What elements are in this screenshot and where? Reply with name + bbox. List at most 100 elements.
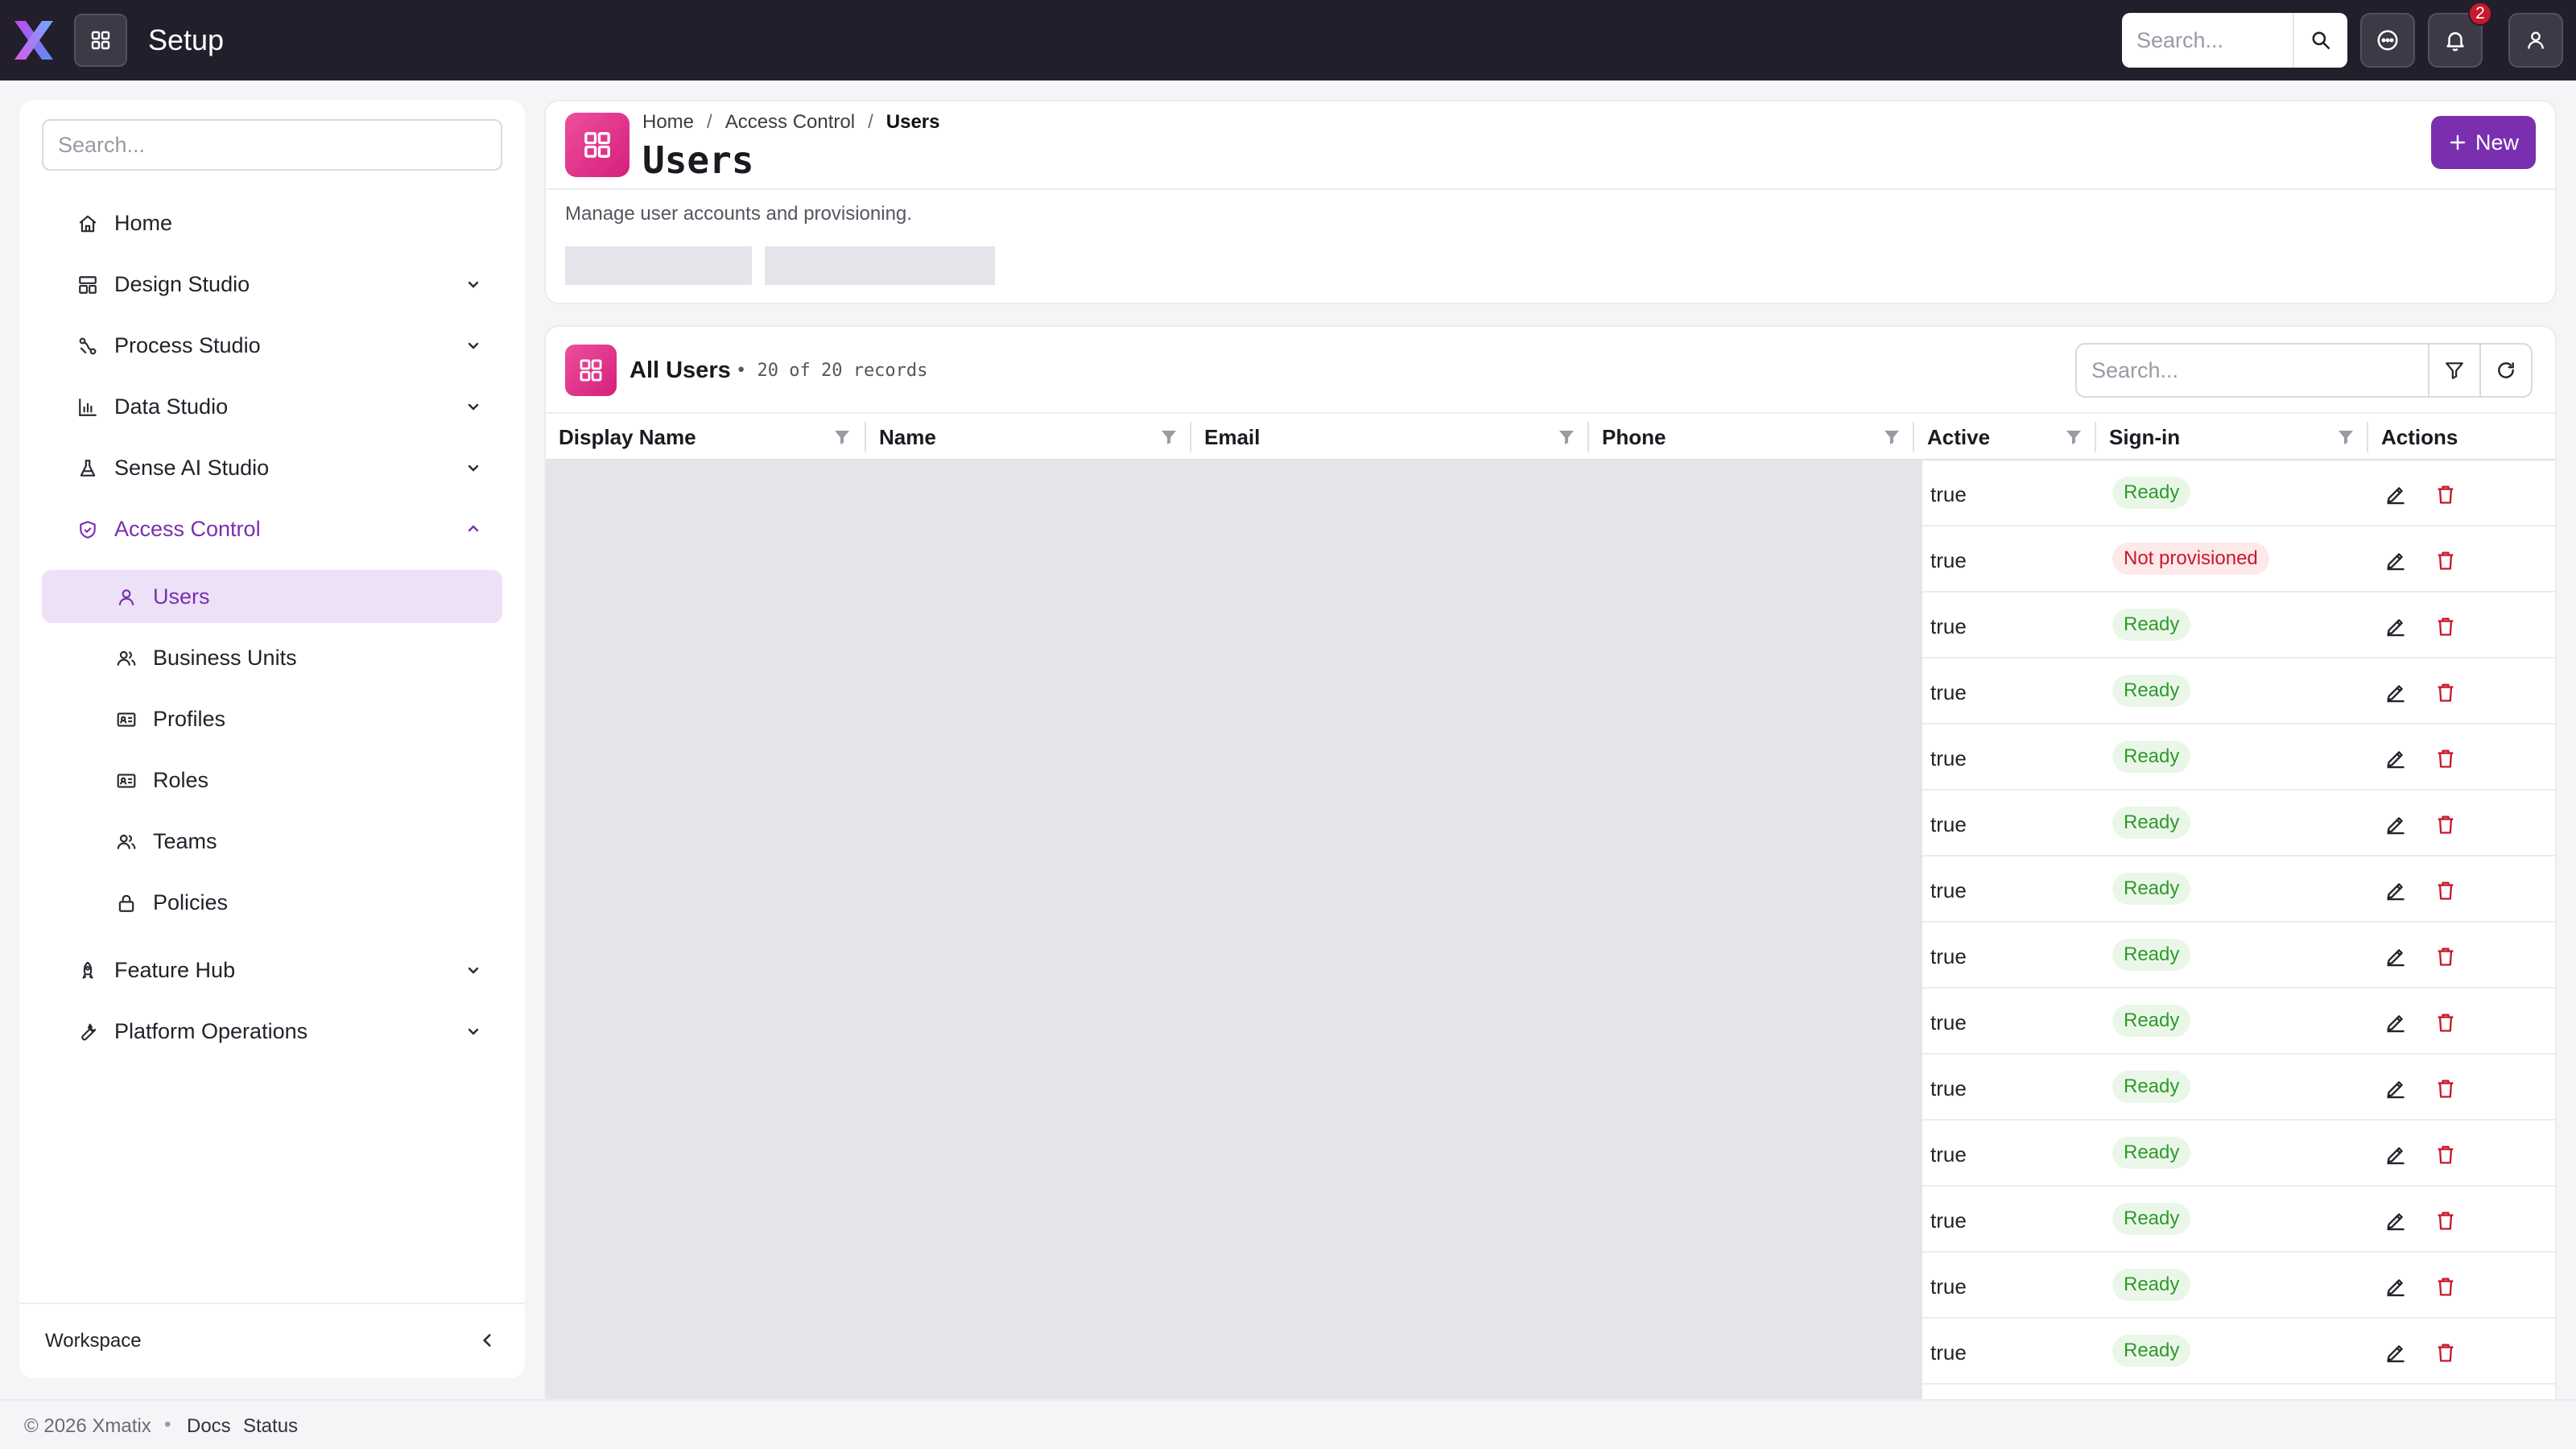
table-row[interactable]: true Ready [1922, 791, 2555, 857]
sidebar-subitem-users[interactable]: Users [42, 570, 502, 623]
column-filter-icon[interactable] [2064, 427, 2083, 447]
xmatix-logo-icon[interactable] [11, 18, 56, 63]
header-divider [546, 188, 2555, 190]
delete-icon[interactable] [2434, 879, 2457, 902]
column-header-phone[interactable]: Phone [1589, 414, 1914, 460]
sidebar-item-design-studio[interactable]: Design Studio [42, 258, 502, 311]
sidebar-subitem-teams[interactable]: Teams [42, 815, 502, 868]
table-row[interactable]: true Ready [1922, 724, 2555, 791]
edit-icon[interactable] [2384, 813, 2407, 836]
edit-icon[interactable] [2384, 549, 2407, 572]
active-cell: true [1930, 1142, 1967, 1166]
table-row[interactable]: true Ready [1922, 1055, 2555, 1121]
delete-icon[interactable] [2434, 813, 2457, 836]
column-filter-icon[interactable] [1557, 427, 1576, 447]
table-row[interactable]: true Ready [1922, 1253, 2555, 1319]
delete-icon[interactable] [2434, 615, 2457, 638]
active-cell: true [1930, 944, 1967, 968]
column-filter-icon[interactable] [832, 427, 852, 447]
table-row[interactable]: true Ready [1922, 1187, 2555, 1253]
sidebar-subitem-roles[interactable]: Roles [42, 753, 502, 807]
edit-icon[interactable] [2384, 681, 2407, 704]
edit-icon[interactable] [2384, 1341, 2407, 1364]
sidebar-item-home[interactable]: Home [42, 196, 502, 250]
chevron-up-icon[interactable] [464, 519, 483, 539]
delete-icon[interactable] [2434, 1209, 2457, 1232]
chevron-down-icon[interactable] [464, 397, 483, 416]
chevron-down-icon[interactable] [464, 960, 483, 980]
sign-in-status-badge: Ready [2112, 741, 2191, 773]
delete-icon[interactable] [2434, 1077, 2457, 1100]
sidebar-item-sense-ai-studio[interactable]: Sense AI Studio [42, 441, 502, 494]
table-search-input[interactable] [2075, 343, 2429, 398]
sidebar-item-data-studio[interactable]: Data Studio [42, 380, 502, 433]
refresh-button[interactable] [2479, 343, 2533, 398]
sidebar-subitem-label: Users [153, 584, 210, 609]
collapse-sidebar-icon[interactable] [477, 1330, 497, 1351]
column-header-name[interactable]: Name [866, 414, 1191, 460]
delete-icon[interactable] [2434, 945, 2457, 968]
sidebar-subitem-policies[interactable]: Policies [42, 876, 502, 929]
sidebar-item-feature-hub[interactable]: Feature Hub [42, 943, 502, 997]
status-link[interactable]: Status [243, 1415, 298, 1438]
table-row[interactable]: true Ready [1922, 1319, 2555, 1385]
app-launcher-button[interactable] [74, 14, 127, 67]
edit-icon[interactable] [2384, 1143, 2407, 1166]
edit-icon[interactable] [2384, 1011, 2407, 1034]
chat-button[interactable] [2360, 13, 2415, 68]
sidebar-subitem-business-units[interactable]: Business Units [42, 631, 502, 684]
table-row[interactable]: true Not provisioned [1922, 526, 2555, 592]
new-record-button[interactable]: New [2431, 116, 2536, 169]
table-row[interactable]: true Ready [1922, 460, 2555, 526]
delete-icon[interactable] [2434, 1011, 2457, 1034]
table-row[interactable]: true Ready [1922, 592, 2555, 658]
filter-button[interactable] [2428, 343, 2481, 398]
user-menu-button[interactable] [2508, 13, 2563, 68]
table-row[interactable]: true Ready [1922, 1121, 2555, 1187]
column-header-active[interactable]: Active [1914, 414, 2096, 460]
column-header-email[interactable]: Email [1191, 414, 1589, 460]
global-search-button[interactable] [2293, 13, 2347, 68]
delete-icon[interactable] [2434, 1275, 2457, 1298]
column-filter-icon[interactable] [2336, 427, 2355, 447]
sidebar-search-input[interactable] [42, 119, 502, 171]
table-row[interactable]: true Ready [1922, 923, 2555, 989]
edit-icon[interactable] [2384, 1077, 2407, 1100]
sidebar-item-access-control[interactable]: Access Control [42, 502, 502, 555]
breadcrumb-home[interactable]: Home [642, 111, 694, 134]
sidebar-item-platform-operations[interactable]: Platform Operations [42, 1005, 502, 1058]
delete-icon[interactable] [2434, 1143, 2457, 1166]
grid-icon [91, 31, 110, 50]
table-row[interactable]: true Ready [1922, 658, 2555, 724]
chevron-down-icon[interactable] [464, 458, 483, 477]
breadcrumb-access-control[interactable]: Access Control [725, 111, 855, 134]
chevron-down-icon[interactable] [464, 1022, 483, 1041]
table-row[interactable]: true Ready [1922, 857, 2555, 923]
edit-icon[interactable] [2384, 945, 2407, 968]
column-filter-icon[interactable] [1882, 427, 1901, 447]
copyright-text: © 2026 Xmatix [24, 1415, 151, 1437]
bell-icon [2446, 32, 2464, 52]
column-filter-icon[interactable] [1159, 427, 1179, 447]
delete-icon[interactable] [2434, 681, 2457, 704]
docs-link[interactable]: Docs [187, 1415, 231, 1438]
column-header-display-name[interactable]: Display Name [546, 414, 866, 460]
sidebar-subitem-profiles[interactable]: Profiles [42, 692, 502, 745]
edit-icon[interactable] [2384, 1209, 2407, 1232]
breadcrumb-separator: / [707, 111, 712, 133]
chevron-down-icon[interactable] [464, 275, 483, 294]
edit-icon[interactable] [2384, 1275, 2407, 1298]
column-header-sign-in[interactable]: Sign-in [2096, 414, 2368, 460]
global-search-input[interactable] [2122, 13, 2293, 68]
delete-icon[interactable] [2434, 483, 2457, 506]
edit-icon[interactable] [2384, 615, 2407, 638]
chevron-down-icon[interactable] [464, 336, 483, 355]
edit-icon[interactable] [2384, 747, 2407, 770]
delete-icon[interactable] [2434, 1341, 2457, 1364]
edit-icon[interactable] [2384, 483, 2407, 506]
edit-icon[interactable] [2384, 879, 2407, 902]
sidebar-item-process-studio[interactable]: Process Studio [42, 319, 502, 372]
table-row[interactable]: true Ready [1922, 989, 2555, 1055]
delete-icon[interactable] [2434, 549, 2457, 572]
delete-icon[interactable] [2434, 747, 2457, 770]
